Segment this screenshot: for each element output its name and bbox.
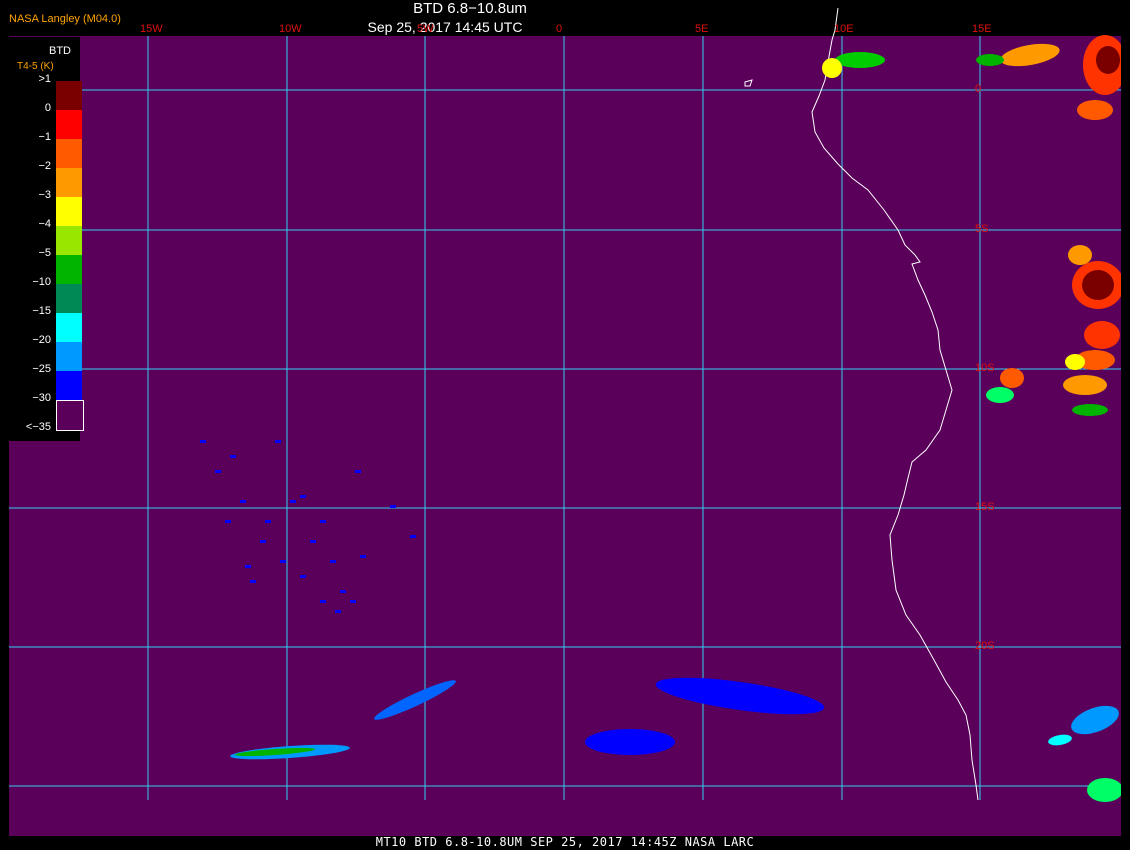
convective-cell [1082,270,1114,300]
legend-swatch [56,197,82,226]
color-legend: BTD T4-5 (K) >1 0 −1 −2 −3 −4 −5 −10 −15 −20 −25 −3… [9,37,84,441]
convective-cell [1096,46,1120,74]
cloud-speck [310,540,316,543]
lat-label: 20S [975,640,995,652]
lon-label: 15W [140,23,163,35]
legend-label: 0 [44,102,51,114]
lon-label: 10W [279,23,302,35]
legend-label: −25 [32,363,51,375]
legend-label: −30 [32,392,51,404]
convective-cell [1065,354,1085,370]
cloud-speck [320,520,326,523]
convective-cell [1000,368,1024,388]
cloud-speck [215,470,221,473]
lon-label: 10E [834,23,854,35]
legend-label: −5 [38,247,51,259]
legend-swatch [56,139,82,168]
cloud-speck [355,470,361,473]
cloud-speck [290,500,296,503]
legend-swatch [56,81,82,110]
legend-label: <−35 [25,421,51,433]
lon-label: 5E [695,23,709,35]
cloud-speck [320,600,326,603]
convective-cell [976,54,1004,66]
legend-swatch [56,110,82,139]
convective-cell [835,52,885,68]
convective-cell [986,387,1014,403]
legend-swatch [56,313,82,342]
legend-label: −15 [32,305,51,317]
cloud-speck [260,540,266,543]
legend-units: T4-5 (K) [17,61,54,72]
frame-right [1121,0,1130,850]
convective-cell [1063,375,1107,395]
convective-cell [1068,245,1092,265]
cloud-speck [300,495,306,498]
lon-label: 0 [556,23,563,35]
legend-title: BTD [49,45,71,57]
lat-label: 0 [975,83,982,95]
legend-label: −20 [32,334,51,346]
cloud-speck [240,500,246,503]
cloud-speck [330,560,336,563]
cloud-speck [275,440,281,443]
legend-label: −2 [38,160,51,172]
legend-swatch [56,284,82,313]
btd-image [0,0,1130,850]
cloud-speck [200,440,206,443]
legend-label: >1 [38,73,51,85]
map-timestamp: Sep 25, 2017 14:45 UTC [367,19,523,35]
cloud-speck [230,455,236,458]
satellite-map [0,0,1130,850]
legend-swatch [56,226,82,255]
lat-label: 15S [975,501,995,513]
btd-field [9,36,1121,836]
cloud-speck [335,610,341,613]
legend-swatch [56,371,82,400]
legend-label: −10 [32,276,51,288]
lon-label: 15E [972,23,992,35]
cloud-speck [245,565,251,568]
legend-label: −1 [38,131,51,143]
map-title: BTD 6.8−10.8um [413,0,527,17]
cloud-speck [225,520,231,523]
convective-cell [822,58,842,78]
legend-swatch [56,400,84,431]
cloud-speck [340,590,346,593]
cloud-speck [280,560,286,563]
legend-swatch [56,255,82,284]
lon-label: 5W [417,23,434,35]
cloud-speck [300,575,306,578]
legend-swatch [56,342,82,371]
lat-label: 5S [975,223,989,235]
cloud-speck [265,520,271,523]
lat-label: 10S [975,362,995,374]
footer-caption: MT10 BTD 6.8-10.8UM SEP 25, 2017 14:45Z … [375,835,755,849]
cloud-speck [250,580,256,583]
cloud-patch [585,729,675,755]
cloud-speck [390,505,396,508]
convective-cell [1077,100,1113,120]
convective-cell [1084,321,1120,349]
legend-swatch [56,168,82,197]
cloud-speck [350,600,356,603]
legend-label: −3 [38,189,51,201]
cloud-patch [1087,778,1123,802]
legend-label: −4 [38,218,51,230]
convective-cell [1072,404,1108,416]
cloud-speck [410,535,416,538]
cloud-speck [360,555,366,558]
